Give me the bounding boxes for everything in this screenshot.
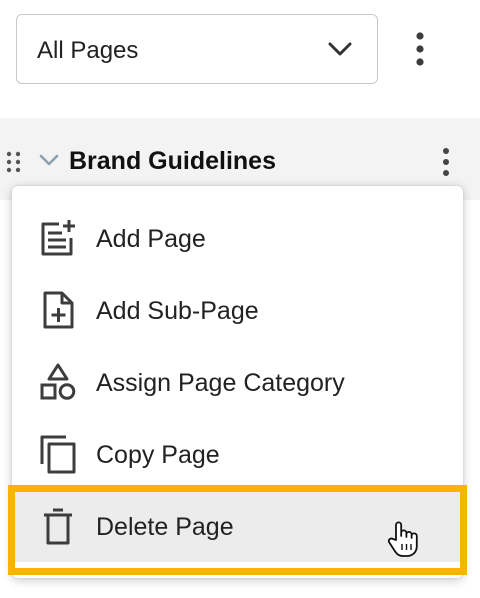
menu-item-label: Add Page — [96, 225, 206, 253]
menu-item-label: Add Sub-Page — [96, 297, 259, 325]
drag-handle-icon[interactable] — [5, 150, 23, 174]
chevron-down-icon — [328, 42, 352, 56]
menu-item-copy-page[interactable]: Copy Page — [12, 418, 463, 490]
page-filter-value: All Pages — [37, 37, 139, 64]
expand-chevron-icon[interactable] — [38, 152, 60, 168]
hand-cursor-icon — [387, 521, 418, 557]
menu-item-assign-page-category[interactable]: Assign Page Category — [12, 346, 463, 418]
page-filter-select[interactable]: All Pages — [16, 14, 378, 84]
menu-item-label: Copy Page — [96, 441, 220, 469]
category-shapes-icon — [40, 363, 76, 400]
menu-item-label: Assign Page Category — [96, 369, 345, 397]
add-sub-page-icon — [43, 291, 74, 329]
more-vertical-icon[interactable] — [436, 146, 456, 178]
more-vertical-icon[interactable] — [410, 30, 430, 70]
copy-icon — [40, 435, 76, 474]
menu-item-add-sub-page[interactable]: Add Sub-Page — [12, 274, 463, 346]
tree-item-title[interactable]: Brand Guidelines — [69, 146, 276, 176]
add-page-icon — [41, 220, 75, 256]
menu-item-add-page[interactable]: Add Page — [12, 202, 463, 274]
trash-icon — [44, 508, 72, 545]
menu-item-label: Delete Page — [96, 513, 234, 541]
